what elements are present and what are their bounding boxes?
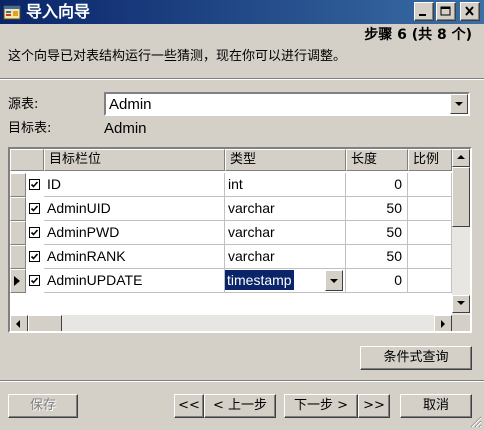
scale-cell[interactable] xyxy=(408,221,452,245)
column-header-scale[interactable]: 比例 xyxy=(408,149,452,171)
scale-cell[interactable] xyxy=(408,245,452,269)
divider xyxy=(0,380,484,382)
field-name-cell[interactable]: ID xyxy=(44,173,225,197)
length-cell[interactable]: 50 xyxy=(346,197,408,221)
scale-cell[interactable] xyxy=(408,173,452,197)
type-dropdown-button[interactable] xyxy=(325,270,343,291)
title-bar: 导入向导 xyxy=(0,0,484,24)
current-row-pointer-icon xyxy=(14,276,20,286)
length-cell[interactable]: 0 xyxy=(346,269,408,293)
maximize-button[interactable] xyxy=(436,2,456,21)
divider xyxy=(0,78,484,80)
row-checkbox[interactable] xyxy=(29,179,40,190)
minimize-icon xyxy=(419,14,426,16)
wizard-app-icon xyxy=(3,5,21,20)
chevron-up-icon xyxy=(457,155,465,159)
resize-grip-icon[interactable] xyxy=(470,416,482,428)
scroll-right-button[interactable] xyxy=(434,315,452,331)
row-checkbox[interactable] xyxy=(29,251,40,262)
source-table-value: Admin xyxy=(109,96,152,113)
minimize-button[interactable] xyxy=(414,2,434,21)
target-table-label: 目标表: xyxy=(8,121,52,136)
chevron-down-icon xyxy=(455,102,463,106)
first-step-button[interactable]: << xyxy=(174,394,204,418)
checkmark-icon xyxy=(30,181,39,188)
column-header-type[interactable]: 类型 xyxy=(225,149,346,171)
scale-cell[interactable] xyxy=(408,197,452,221)
row-header[interactable] xyxy=(10,173,26,197)
window-title: 导入向导 xyxy=(26,2,91,21)
field-name-cell[interactable]: AdminUPDATE xyxy=(44,269,225,293)
previous-step-button[interactable]: < 上一步 xyxy=(204,394,276,418)
wizard-description: 这个向导已对表结构运行一些猜测，现在你可以进行调整。 xyxy=(8,49,347,64)
column-header-length[interactable]: 长度 xyxy=(346,149,408,171)
scroll-left-button[interactable] xyxy=(10,315,28,331)
type-cell[interactable]: int xyxy=(225,173,346,197)
length-cell[interactable]: 50 xyxy=(346,221,408,245)
length-cell[interactable]: 0 xyxy=(346,173,408,197)
step-indicator: 步骤 6 (共 8 个) xyxy=(364,27,472,43)
source-table-combo[interactable]: Admin xyxy=(104,92,470,116)
horizontal-scrollbar[interactable] xyxy=(10,315,452,331)
checkmark-icon xyxy=(30,205,39,212)
checkmark-icon xyxy=(30,253,39,260)
type-editor-value[interactable]: timestamp xyxy=(225,270,294,290)
scrollbar-corner xyxy=(452,315,470,331)
table-row[interactable]: AdminPWD varchar 50 xyxy=(10,221,452,245)
chevron-down-icon xyxy=(330,279,338,283)
last-step-button[interactable]: >> xyxy=(358,394,390,418)
type-cell[interactable]: varchar xyxy=(225,245,346,269)
row-header[interactable] xyxy=(10,221,26,245)
scroll-up-button[interactable] xyxy=(452,149,470,167)
save-button[interactable]: 保存 xyxy=(8,394,78,418)
row-checkbox[interactable] xyxy=(29,203,40,214)
scroll-down-button[interactable] xyxy=(452,295,470,313)
scale-cell[interactable] xyxy=(408,269,452,293)
chevron-left-icon xyxy=(16,320,20,328)
maximize-icon xyxy=(440,6,451,16)
target-table-value: Admin xyxy=(104,120,147,137)
column-header-target-field[interactable]: 目标栏位 xyxy=(44,149,225,171)
row-header[interactable] xyxy=(10,269,26,293)
row-header[interactable] xyxy=(10,245,26,269)
close-icon xyxy=(465,6,474,16)
table-row[interactable]: AdminRANK varchar 50 xyxy=(10,245,452,269)
type-cell[interactable]: varchar xyxy=(225,197,346,221)
type-cell[interactable]: varchar xyxy=(225,221,346,245)
table-row[interactable]: AdminUID varchar 50 xyxy=(10,197,452,221)
checkmark-icon xyxy=(30,229,39,236)
table-row-current[interactable]: AdminUPDATE timestamp 0 xyxy=(10,269,452,293)
row-header[interactable] xyxy=(10,197,26,221)
chevron-down-icon xyxy=(457,301,465,305)
checkmark-icon xyxy=(30,277,39,284)
horizontal-scroll-thumb[interactable] xyxy=(28,315,62,331)
row-checkbox[interactable] xyxy=(29,275,40,286)
row-checkbox[interactable] xyxy=(29,227,40,238)
close-button[interactable] xyxy=(460,2,480,21)
field-name-cell[interactable]: AdminUID xyxy=(44,197,225,221)
vertical-scroll-thumb[interactable] xyxy=(452,167,470,227)
cancel-button[interactable]: 取消 xyxy=(400,394,472,418)
vertical-scrollbar[interactable] xyxy=(452,149,470,315)
table-row[interactable]: ID int 0 xyxy=(10,173,452,197)
field-name-cell[interactable]: AdminPWD xyxy=(44,221,225,245)
field-name-cell[interactable]: AdminRANK xyxy=(44,245,225,269)
conditional-query-button[interactable]: 条件式查询 xyxy=(360,346,472,370)
grid-header-corner xyxy=(10,149,44,171)
field-mapping-grid[interactable]: 目标栏位 类型 长度 比例 ID int 0 AdminUID varchar … xyxy=(8,147,472,333)
chevron-right-icon xyxy=(441,320,445,328)
source-table-label: 源表: xyxy=(8,97,39,112)
next-step-button[interactable]: 下一步 > xyxy=(284,394,358,418)
length-cell[interactable]: 50 xyxy=(346,245,408,269)
source-dropdown-button[interactable] xyxy=(450,94,468,114)
